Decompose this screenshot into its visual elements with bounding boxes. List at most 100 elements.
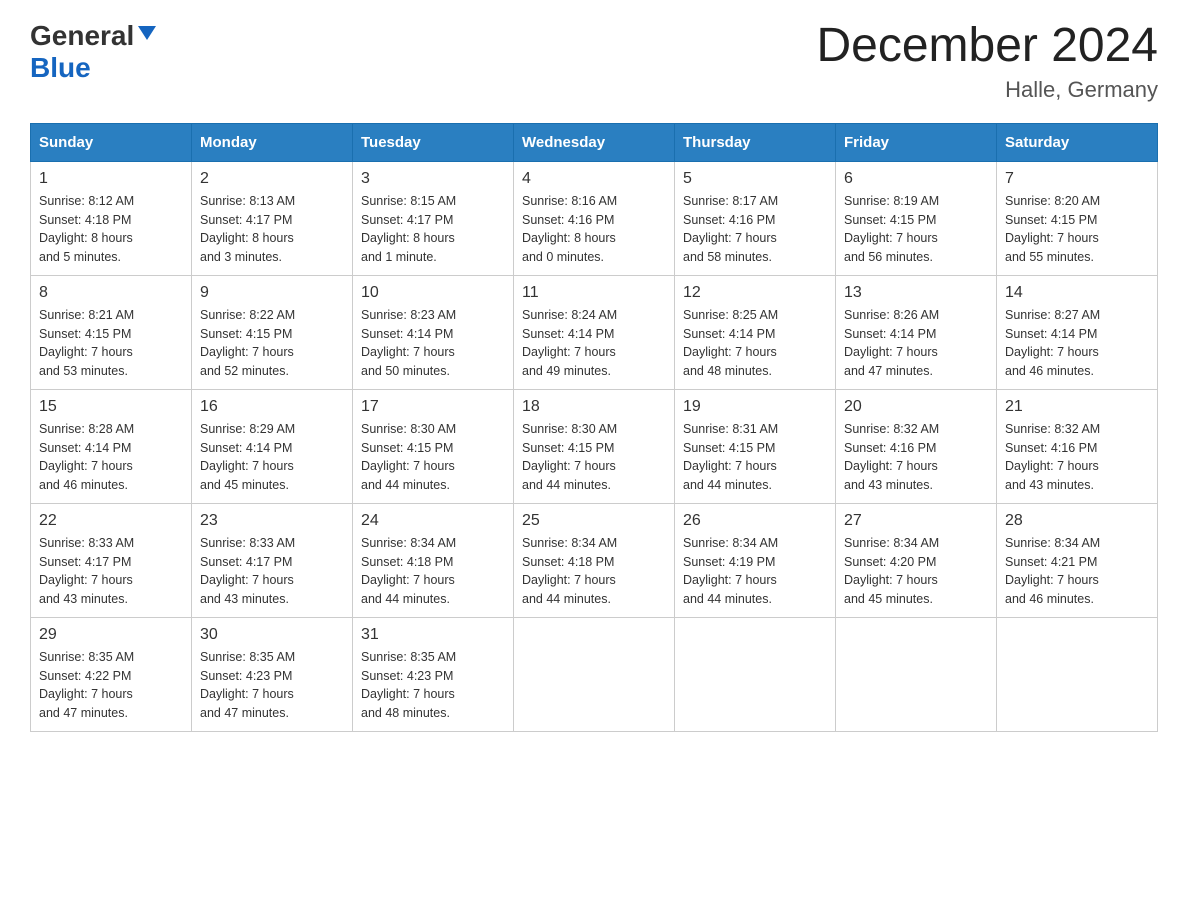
calendar-day-cell: 3 Sunrise: 8:15 AMSunset: 4:17 PMDaylight… xyxy=(353,161,514,275)
logo-general-text: General xyxy=(30,20,134,52)
day-info: Sunrise: 8:35 AMSunset: 4:22 PMDaylight:… xyxy=(39,648,183,723)
calendar-day-cell: 15 Sunrise: 8:28 AMSunset: 4:14 PMDayligh… xyxy=(31,389,192,503)
calendar-day-cell: 6 Sunrise: 8:19 AMSunset: 4:15 PMDaylight… xyxy=(836,161,997,275)
day-of-week-header: Tuesday xyxy=(353,123,514,161)
day-info: Sunrise: 8:26 AMSunset: 4:14 PMDaylight:… xyxy=(844,306,988,381)
day-number: 16 xyxy=(200,398,344,416)
calendar-table: SundayMondayTuesdayWednesdayThursdayFrid… xyxy=(30,123,1158,732)
day-of-week-header: Sunday xyxy=(31,123,192,161)
day-info: Sunrise: 8:35 AMSunset: 4:23 PMDaylight:… xyxy=(361,648,505,723)
calendar-day-cell: 9 Sunrise: 8:22 AMSunset: 4:15 PMDaylight… xyxy=(192,275,353,389)
logo-blue-text: Blue xyxy=(30,52,91,84)
calendar-day-cell: 29 Sunrise: 8:35 AMSunset: 4:22 PMDayligh… xyxy=(31,617,192,731)
calendar-day-cell: 1Sunrise: 8:12 AMSunset: 4:18 PMDaylight… xyxy=(31,161,192,275)
calendar-day-cell xyxy=(836,617,997,731)
calendar-day-cell xyxy=(997,617,1158,731)
day-info: Sunrise: 8:35 AMSunset: 4:23 PMDaylight:… xyxy=(200,648,344,723)
day-number: 14 xyxy=(1005,284,1149,302)
day-number: 10 xyxy=(361,284,505,302)
day-info: Sunrise: 8:34 AMSunset: 4:18 PMDaylight:… xyxy=(522,534,666,609)
day-number: 15 xyxy=(39,398,183,416)
day-number: 7 xyxy=(1005,170,1149,188)
day-info: Sunrise: 8:34 AMSunset: 4:18 PMDaylight:… xyxy=(361,534,505,609)
calendar-day-cell: 14 Sunrise: 8:27 AMSunset: 4:14 PMDayligh… xyxy=(997,275,1158,389)
day-number: 23 xyxy=(200,512,344,530)
day-info: Sunrise: 8:30 AMSunset: 4:15 PMDaylight:… xyxy=(522,420,666,495)
day-number: 4 xyxy=(522,170,666,188)
calendar-day-cell: 8 Sunrise: 8:21 AMSunset: 4:15 PMDaylight… xyxy=(31,275,192,389)
day-number: 31 xyxy=(361,626,505,644)
day-info: Sunrise: 8:19 AMSunset: 4:15 PMDaylight:… xyxy=(844,192,988,267)
calendar-day-cell: 19 Sunrise: 8:31 AMSunset: 4:15 PMDayligh… xyxy=(675,389,836,503)
day-info: Sunrise: 8:34 AMSunset: 4:19 PMDaylight:… xyxy=(683,534,827,609)
calendar-day-cell: 5 Sunrise: 8:17 AMSunset: 4:16 PMDaylight… xyxy=(675,161,836,275)
day-of-week-header: Saturday xyxy=(997,123,1158,161)
day-number: 3 xyxy=(361,170,505,188)
calendar-day-cell xyxy=(675,617,836,731)
day-info: Sunrise: 8:15 AMSunset: 4:17 PMDaylight:… xyxy=(361,192,505,267)
day-number: 25 xyxy=(522,512,666,530)
day-number: 1 xyxy=(39,170,183,188)
day-info: Sunrise: 8:34 AMSunset: 4:21 PMDaylight:… xyxy=(1005,534,1149,609)
day-info: Sunrise: 8:21 AMSunset: 4:15 PMDaylight:… xyxy=(39,306,183,381)
day-info: Sunrise: 8:23 AMSunset: 4:14 PMDaylight:… xyxy=(361,306,505,381)
day-number: 19 xyxy=(683,398,827,416)
day-number: 17 xyxy=(361,398,505,416)
calendar-day-cell: 13Sunrise: 8:26 AMSunset: 4:14 PMDayligh… xyxy=(836,275,997,389)
calendar-day-cell: 21 Sunrise: 8:32 AMSunset: 4:16 PMDayligh… xyxy=(997,389,1158,503)
day-number: 9 xyxy=(200,284,344,302)
calendar-day-cell: 2Sunrise: 8:13 AMSunset: 4:17 PMDaylight… xyxy=(192,161,353,275)
day-info: Sunrise: 8:33 AMSunset: 4:17 PMDaylight:… xyxy=(39,534,183,609)
day-number: 2 xyxy=(200,170,344,188)
day-number: 22 xyxy=(39,512,183,530)
title-section: December 2024 Halle, Germany xyxy=(816,20,1158,103)
day-info: Sunrise: 8:34 AMSunset: 4:20 PMDaylight:… xyxy=(844,534,988,609)
calendar-week-row: 15 Sunrise: 8:28 AMSunset: 4:14 PMDayligh… xyxy=(31,389,1158,503)
calendar-day-cell: 22 Sunrise: 8:33 AMSunset: 4:17 PMDayligh… xyxy=(31,503,192,617)
day-info: Sunrise: 8:27 AMSunset: 4:14 PMDaylight:… xyxy=(1005,306,1149,381)
day-number: 20 xyxy=(844,398,988,416)
day-of-week-header: Wednesday xyxy=(514,123,675,161)
calendar-day-cell: 28Sunrise: 8:34 AMSunset: 4:21 PMDayligh… xyxy=(997,503,1158,617)
day-number: 24 xyxy=(361,512,505,530)
day-number: 30 xyxy=(200,626,344,644)
calendar-day-cell: 26Sunrise: 8:34 AMSunset: 4:19 PMDayligh… xyxy=(675,503,836,617)
day-number: 6 xyxy=(844,170,988,188)
calendar-day-cell: 4 Sunrise: 8:16 AMSunset: 4:16 PMDaylight… xyxy=(514,161,675,275)
calendar-day-cell: 31 Sunrise: 8:35 AMSunset: 4:23 PMDayligh… xyxy=(353,617,514,731)
day-info: Sunrise: 8:20 AMSunset: 4:15 PMDaylight:… xyxy=(1005,192,1149,267)
day-number: 21 xyxy=(1005,398,1149,416)
day-number: 27 xyxy=(844,512,988,530)
logo-arrow-icon xyxy=(136,22,160,50)
calendar-day-cell: 12Sunrise: 8:25 AMSunset: 4:14 PMDayligh… xyxy=(675,275,836,389)
calendar-header-row: SundayMondayTuesdayWednesdayThursdayFrid… xyxy=(31,123,1158,161)
day-info: Sunrise: 8:25 AMSunset: 4:14 PMDaylight:… xyxy=(683,306,827,381)
calendar-day-cell: 16Sunrise: 8:29 AMSunset: 4:14 PMDayligh… xyxy=(192,389,353,503)
day-number: 8 xyxy=(39,284,183,302)
calendar-week-row: 29 Sunrise: 8:35 AMSunset: 4:22 PMDayligh… xyxy=(31,617,1158,731)
calendar-week-row: 8 Sunrise: 8:21 AMSunset: 4:15 PMDaylight… xyxy=(31,275,1158,389)
day-of-week-header: Monday xyxy=(192,123,353,161)
calendar-subtitle: Halle, Germany xyxy=(816,77,1158,103)
day-info: Sunrise: 8:30 AMSunset: 4:15 PMDaylight:… xyxy=(361,420,505,495)
day-info: Sunrise: 8:32 AMSunset: 4:16 PMDaylight:… xyxy=(1005,420,1149,495)
day-number: 18 xyxy=(522,398,666,416)
day-info: Sunrise: 8:31 AMSunset: 4:15 PMDaylight:… xyxy=(683,420,827,495)
day-info: Sunrise: 8:28 AMSunset: 4:14 PMDaylight:… xyxy=(39,420,183,495)
calendar-day-cell xyxy=(514,617,675,731)
day-info: Sunrise: 8:17 AMSunset: 4:16 PMDaylight:… xyxy=(683,192,827,267)
day-info: Sunrise: 8:32 AMSunset: 4:16 PMDaylight:… xyxy=(844,420,988,495)
logo: General Blue xyxy=(30,20,160,84)
day-info: Sunrise: 8:22 AMSunset: 4:15 PMDaylight:… xyxy=(200,306,344,381)
calendar-day-cell: 10 Sunrise: 8:23 AMSunset: 4:14 PMDayligh… xyxy=(353,275,514,389)
calendar-week-row: 1Sunrise: 8:12 AMSunset: 4:18 PMDaylight… xyxy=(31,161,1158,275)
day-info: Sunrise: 8:16 AMSunset: 4:16 PMDaylight:… xyxy=(522,192,666,267)
calendar-day-cell: 24 Sunrise: 8:34 AMSunset: 4:18 PMDayligh… xyxy=(353,503,514,617)
calendar-week-row: 22 Sunrise: 8:33 AMSunset: 4:17 PMDayligh… xyxy=(31,503,1158,617)
page-header: General Blue December 2024 Halle, German… xyxy=(30,20,1158,103)
calendar-day-cell: 30 Sunrise: 8:35 AMSunset: 4:23 PMDayligh… xyxy=(192,617,353,731)
calendar-day-cell: 25 Sunrise: 8:34 AMSunset: 4:18 PMDayligh… xyxy=(514,503,675,617)
day-number: 29 xyxy=(39,626,183,644)
day-number: 5 xyxy=(683,170,827,188)
calendar-day-cell: 27 Sunrise: 8:34 AMSunset: 4:20 PMDayligh… xyxy=(836,503,997,617)
